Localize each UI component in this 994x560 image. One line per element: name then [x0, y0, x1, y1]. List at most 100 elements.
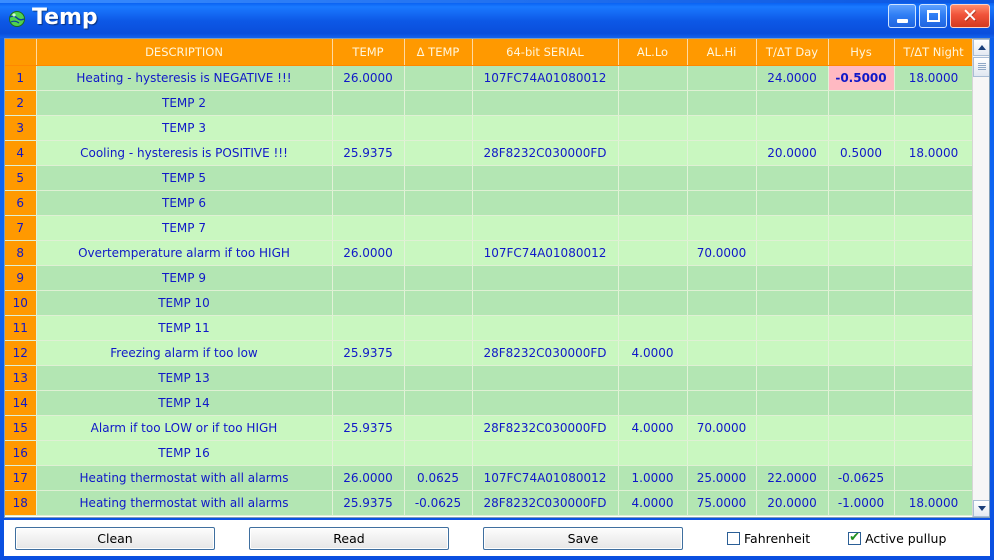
- cell-hys[interactable]: [828, 315, 895, 341]
- cell-night[interactable]: [894, 115, 972, 141]
- cell-temp[interactable]: [332, 190, 405, 216]
- cell-ser[interactable]: [472, 365, 619, 391]
- cell-allo[interactable]: [618, 140, 688, 166]
- table-row[interactable]: 4 Cooling - hysteresis is POSITIVE !!! 25.…: [5, 140, 972, 166]
- cell-day[interactable]: [756, 290, 829, 316]
- cell-desc[interactable]: Alarm if too LOW or if too HIGH: [36, 415, 333, 441]
- cell-night[interactable]: 18.0000: [894, 65, 972, 91]
- cell-allo[interactable]: [618, 440, 688, 466]
- cell-temp[interactable]: [332, 265, 405, 291]
- cell-dtemp[interactable]: [404, 165, 473, 191]
- cell-day[interactable]: [756, 365, 829, 391]
- cell-dtemp[interactable]: [404, 190, 473, 216]
- save-button[interactable]: Save: [483, 526, 683, 550]
- table-row[interactable]: 1 Heating - hysteresis is NEGATIVE !!! 26.…: [5, 65, 972, 91]
- cell-allo[interactable]: [618, 90, 688, 116]
- cell-day[interactable]: 20.0000: [756, 140, 829, 166]
- cell-desc[interactable]: TEMP 14: [36, 390, 333, 416]
- cell-alhi[interactable]: [687, 90, 757, 116]
- cell-dtemp[interactable]: [404, 290, 473, 316]
- cell-day[interactable]: [756, 90, 829, 116]
- table-row[interactable]: 14 TEMP 14: [5, 390, 972, 416]
- column-header-alhi[interactable]: AL.Hi: [687, 39, 757, 66]
- cell-desc[interactable]: Cooling - hysteresis is POSITIVE !!!: [36, 140, 333, 166]
- cell-alhi[interactable]: [687, 215, 757, 241]
- cell-allo[interactable]: [618, 115, 688, 141]
- cell-night[interactable]: [894, 90, 972, 116]
- cell-alhi[interactable]: [687, 140, 757, 166]
- cell-dtemp[interactable]: [404, 440, 473, 466]
- cell-temp[interactable]: [332, 290, 405, 316]
- cell-dtemp[interactable]: [404, 415, 473, 441]
- cell-num[interactable]: 6: [5, 190, 37, 216]
- cell-desc[interactable]: TEMP 10: [36, 290, 333, 316]
- cell-temp[interactable]: 25.9375: [332, 340, 405, 366]
- table-row[interactable]: 10 TEMP 10: [5, 290, 972, 316]
- cell-desc[interactable]: TEMP 7: [36, 215, 333, 241]
- cell-hys[interactable]: [828, 440, 895, 466]
- column-header-hys[interactable]: Hys: [828, 39, 895, 66]
- cell-dtemp[interactable]: [404, 65, 473, 91]
- cell-alhi[interactable]: [687, 390, 757, 416]
- cell-desc[interactable]: Heating thermostat with all alarms: [36, 465, 333, 491]
- cell-alhi[interactable]: [687, 115, 757, 141]
- cell-dtemp[interactable]: [404, 215, 473, 241]
- cell-ser[interactable]: [472, 315, 619, 341]
- cell-num[interactable]: 12: [5, 340, 37, 366]
- cell-night[interactable]: [894, 290, 972, 316]
- cell-day[interactable]: [756, 240, 829, 266]
- column-header-allo[interactable]: AL.Lo: [618, 39, 688, 66]
- cell-temp[interactable]: [332, 440, 405, 466]
- cell-hys[interactable]: [828, 215, 895, 241]
- cell-dtemp[interactable]: [404, 265, 473, 291]
- cell-temp[interactable]: [332, 90, 405, 116]
- cell-dtemp[interactable]: [404, 240, 473, 266]
- cell-num[interactable]: 3: [5, 115, 37, 141]
- cell-desc[interactable]: Heating thermostat with all alarms: [36, 490, 333, 516]
- cell-day[interactable]: [756, 440, 829, 466]
- cell-dtemp[interactable]: [404, 90, 473, 116]
- cell-day[interactable]: 22.0000: [756, 465, 829, 491]
- scroll-up-button[interactable]: [973, 39, 989, 56]
- cell-hys[interactable]: [828, 340, 895, 366]
- cell-ser[interactable]: [472, 265, 619, 291]
- cell-allo[interactable]: [618, 265, 688, 291]
- cell-night[interactable]: [894, 340, 972, 366]
- cell-hys[interactable]: [828, 115, 895, 141]
- cell-alhi[interactable]: 75.0000: [687, 490, 757, 516]
- cell-ser[interactable]: [472, 440, 619, 466]
- close-button[interactable]: ✕: [950, 4, 990, 28]
- cell-num[interactable]: 8: [5, 240, 37, 266]
- cell-night[interactable]: [894, 365, 972, 391]
- cell-temp[interactable]: 26.0000: [332, 65, 405, 91]
- cell-night[interactable]: [894, 190, 972, 216]
- column-header-num[interactable]: [5, 39, 37, 66]
- cell-hys[interactable]: -0.5000: [828, 65, 895, 91]
- table-row[interactable]: 8 Overtemperature alarm if too HIGH 26.000…: [5, 240, 972, 266]
- table-row[interactable]: 13 TEMP 13: [5, 365, 972, 391]
- cell-allo[interactable]: [618, 290, 688, 316]
- cell-ser[interactable]: [472, 115, 619, 141]
- clean-button[interactable]: Clean: [15, 526, 215, 550]
- cell-num[interactable]: 18: [5, 490, 37, 516]
- cell-ser[interactable]: 107FC74A01080012: [472, 465, 619, 491]
- vertical-scrollbar[interactable]: [972, 39, 989, 517]
- table-row[interactable]: 11 TEMP 11: [5, 315, 972, 341]
- column-header-temp[interactable]: TEMP: [332, 39, 405, 66]
- cell-temp[interactable]: 26.0000: [332, 240, 405, 266]
- cell-ser[interactable]: 28F8232C030000FD: [472, 140, 619, 166]
- cell-night[interactable]: [894, 465, 972, 491]
- cell-desc[interactable]: TEMP 13: [36, 365, 333, 391]
- read-button[interactable]: Read: [249, 526, 449, 550]
- cell-temp[interactable]: 25.9375: [332, 415, 405, 441]
- cell-hys[interactable]: [828, 365, 895, 391]
- cell-day[interactable]: [756, 390, 829, 416]
- cell-allo[interactable]: [618, 65, 688, 91]
- cell-night[interactable]: [894, 390, 972, 416]
- cell-desc[interactable]: Freezing alarm if too low: [36, 340, 333, 366]
- cell-alhi[interactable]: [687, 165, 757, 191]
- cell-ser[interactable]: 107FC74A01080012: [472, 240, 619, 266]
- cell-day[interactable]: [756, 415, 829, 441]
- cell-num[interactable]: 10: [5, 290, 37, 316]
- scrollbar-thumb[interactable]: [973, 57, 989, 77]
